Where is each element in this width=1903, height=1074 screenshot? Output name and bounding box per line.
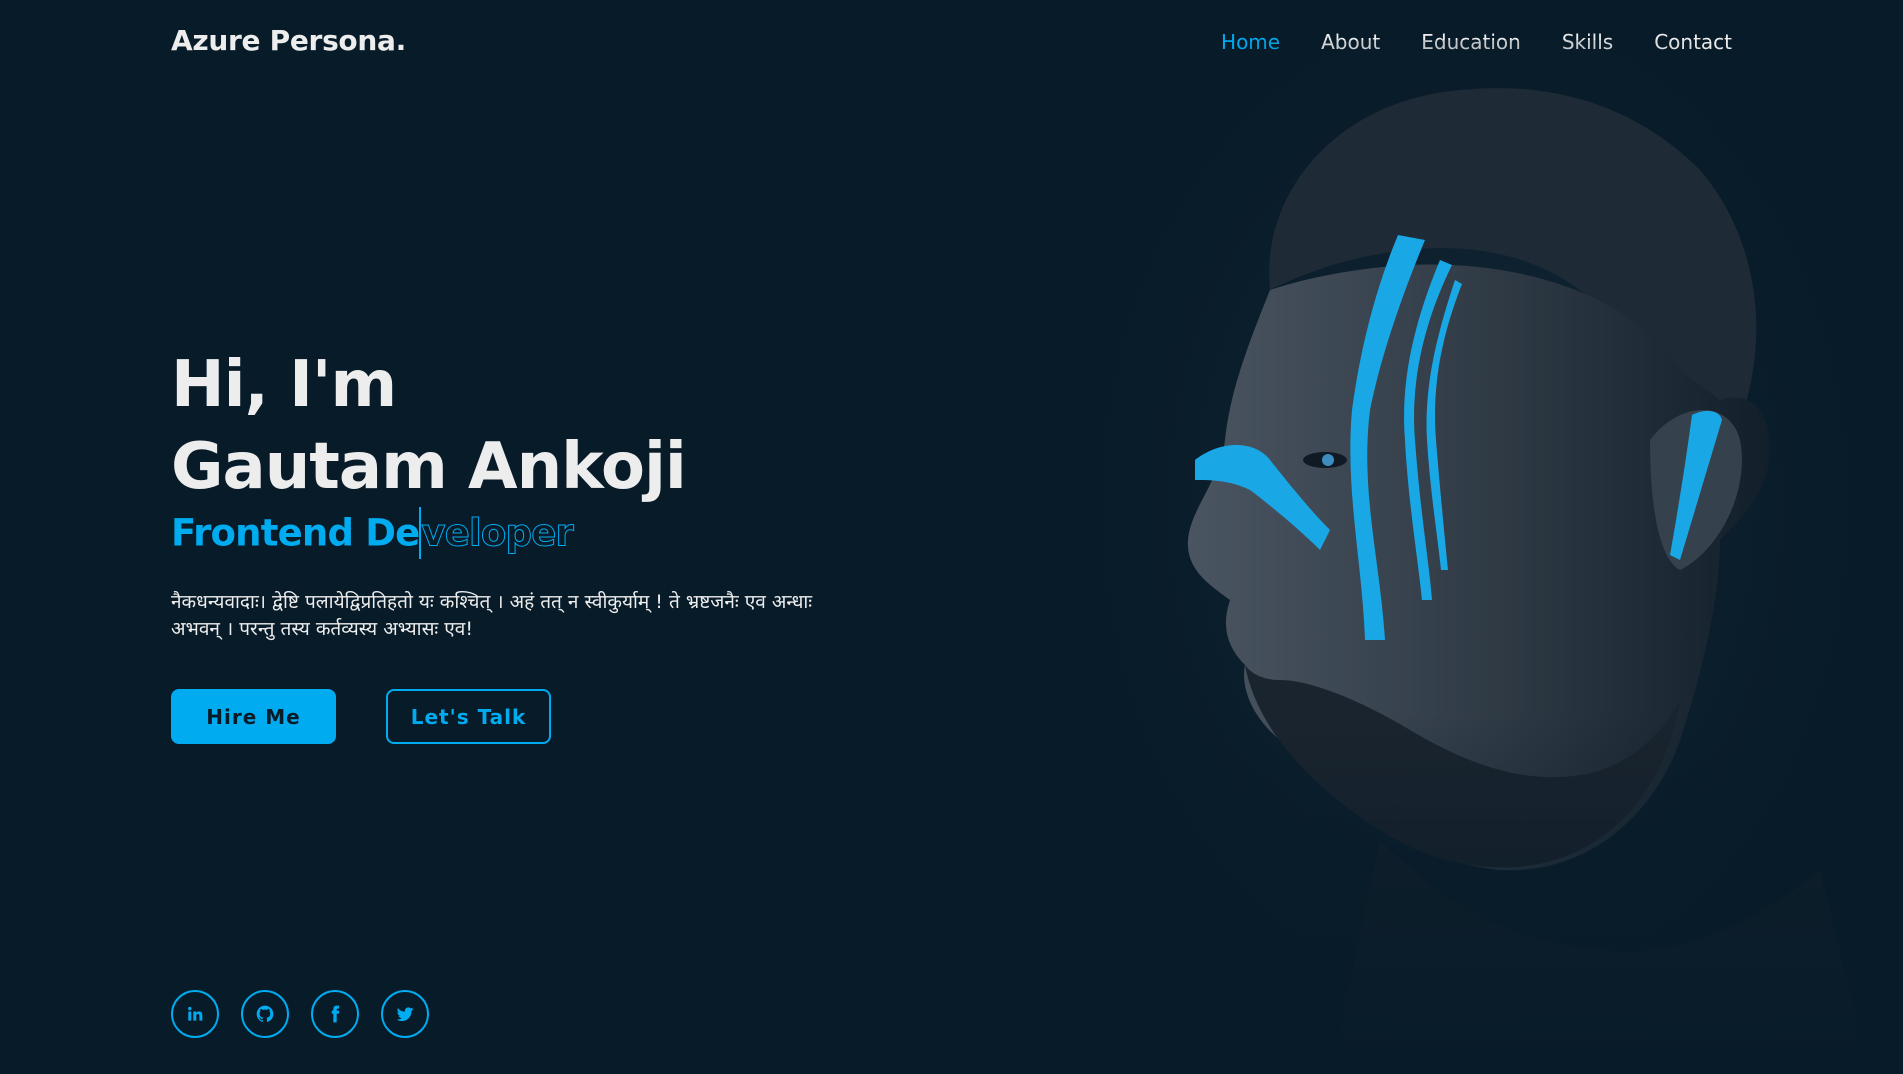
linkedin-icon xyxy=(188,1006,203,1021)
portrait-illustration xyxy=(1080,40,1870,1074)
twitter-link[interactable] xyxy=(381,990,429,1038)
site-logo[interactable]: Azure Persona. xyxy=(171,24,406,57)
hero-role-typing: Frontend Developer xyxy=(171,507,931,563)
hero-buttons: Hire Me Let's Talk xyxy=(171,689,931,744)
github-icon xyxy=(256,1005,274,1022)
hire-me-button[interactable]: Hire Me xyxy=(171,689,336,744)
github-link[interactable] xyxy=(241,990,289,1038)
hero-description: नैकधन्यवादाः। द्वेष्टि पलायेद्विप्रतिहतो… xyxy=(171,591,813,640)
role-typed-text: Frontend De xyxy=(171,511,420,555)
hero-greeting: Hi, I'm xyxy=(171,348,397,422)
role-outline-text: veloper xyxy=(421,511,574,555)
lets-talk-button[interactable]: Let's Talk xyxy=(386,689,551,744)
linkedin-link[interactable] xyxy=(171,990,219,1038)
hero-portrait-image xyxy=(1080,40,1870,1074)
facebook-link[interactable] xyxy=(311,990,359,1038)
facebook-icon xyxy=(331,1005,340,1023)
social-links xyxy=(171,990,429,1038)
hero-section: Hi, I'm Gautam Ankoji Frontend Developer… xyxy=(171,345,931,744)
twitter-icon xyxy=(396,1007,414,1022)
hero-name: Gautam Ankoji xyxy=(171,430,687,504)
